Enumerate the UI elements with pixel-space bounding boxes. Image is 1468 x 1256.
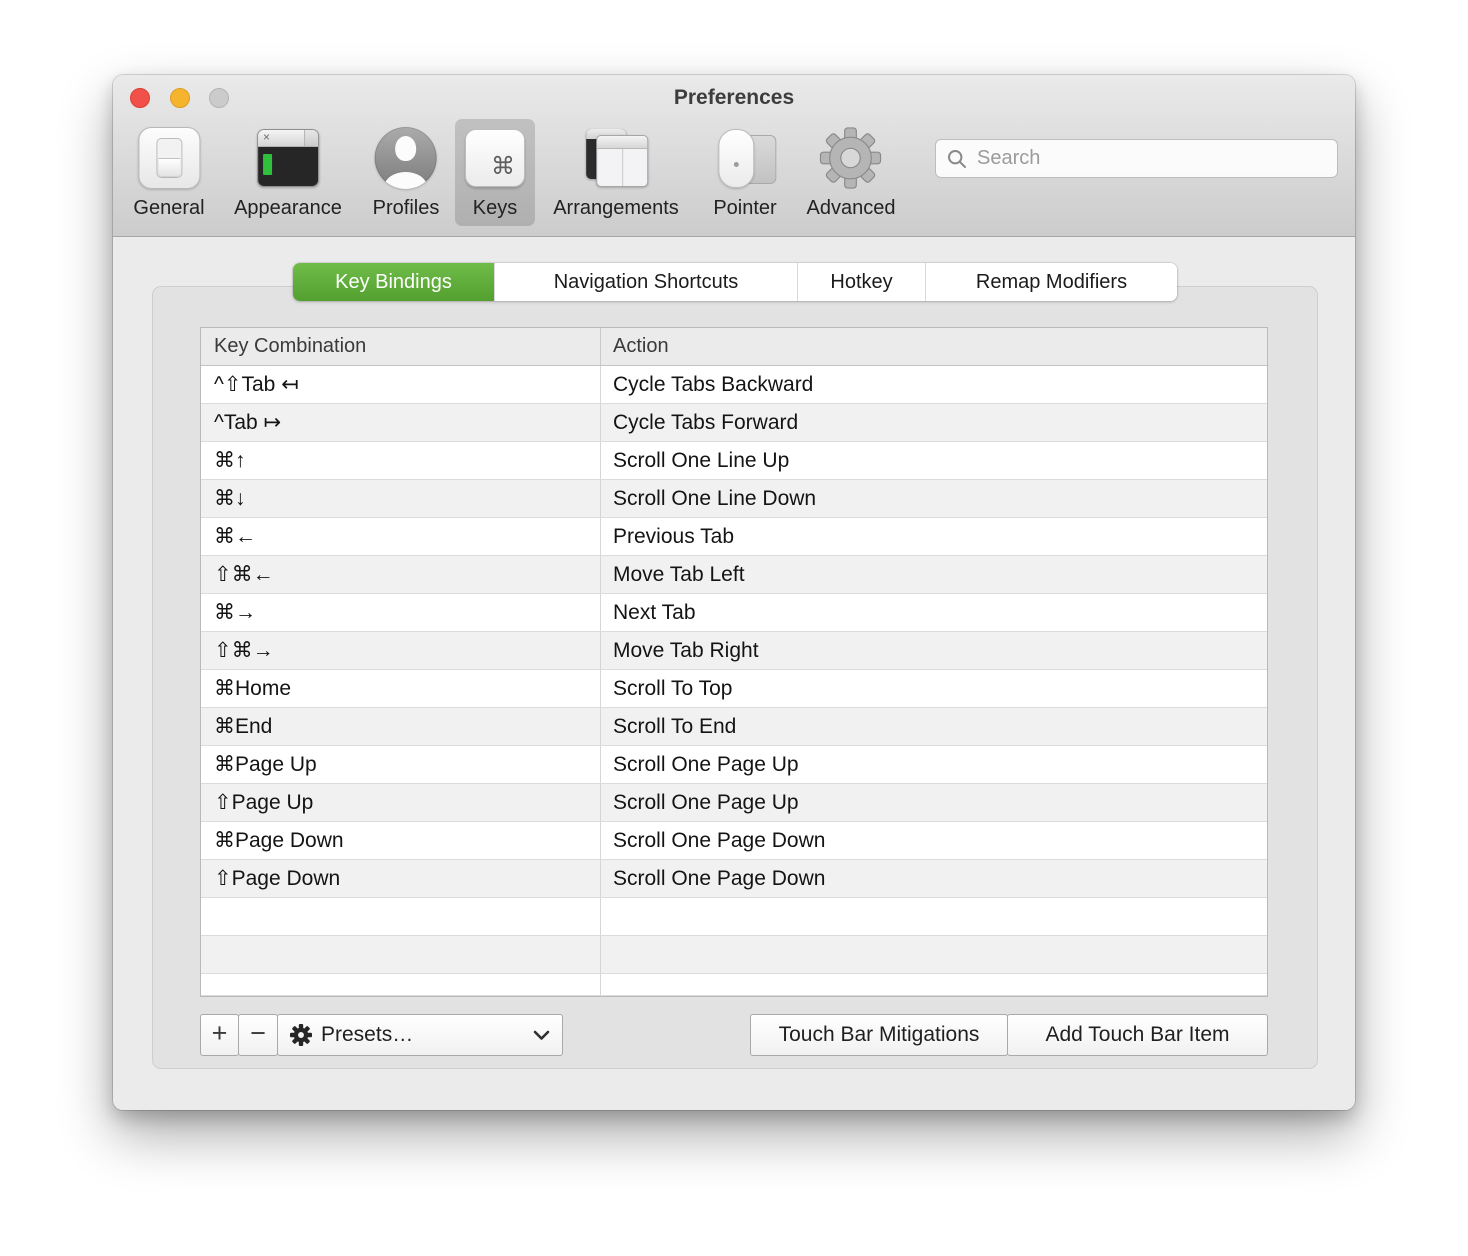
window-title: Preferences bbox=[113, 86, 1355, 110]
toolbar-item-label: Advanced bbox=[807, 197, 896, 220]
keys-tab-bar: Key Bindings Navigation Shortcuts Hotkey… bbox=[293, 263, 1177, 301]
action-cell: Scroll One Line Up bbox=[601, 442, 1267, 479]
tab-remap-modifiers[interactable]: Remap Modifiers bbox=[925, 263, 1177, 301]
key-combination-cell: ⌘End bbox=[201, 708, 601, 745]
table-row[interactable]: ⇧Page DownScroll One Page Down bbox=[201, 860, 1267, 898]
search-input[interactable] bbox=[975, 146, 1326, 171]
command-key-icon bbox=[465, 123, 525, 193]
chevron-down-icon bbox=[533, 1030, 550, 1041]
action-cell: Scroll One Page Up bbox=[601, 746, 1267, 783]
toolbar-item-label: Arrangements bbox=[553, 197, 679, 220]
table-row[interactable]: ⌘↓Scroll One Line Down bbox=[201, 480, 1267, 518]
table-row[interactable]: ⌘↑Scroll One Line Up bbox=[201, 442, 1267, 480]
key-combination-cell: ⌘Home bbox=[201, 670, 601, 707]
table-row[interactable]: ^⇧Tab ↤Cycle Tabs Backward bbox=[201, 366, 1267, 404]
toolbar-search-field[interactable] bbox=[935, 139, 1338, 178]
table-row[interactable]: ⌘Page DownScroll One Page Down bbox=[201, 822, 1267, 860]
key-bindings-table: Key Combination Action ^⇧Tab ↤Cycle Tabs… bbox=[200, 327, 1268, 997]
key-combination-cell: ^Tab ↦ bbox=[201, 404, 601, 441]
presets-dropdown[interactable]: Presets… bbox=[277, 1014, 563, 1056]
toolbar-item-profiles[interactable]: Profiles bbox=[363, 119, 450, 226]
toolbar-item-appearance[interactable]: Appearance bbox=[224, 119, 352, 226]
action-cell: Scroll One Page Down bbox=[601, 860, 1267, 897]
touch-bar-mitigations-button[interactable]: Touch Bar Mitigations bbox=[750, 1014, 1008, 1056]
toolbar-item-label: Keys bbox=[473, 197, 517, 220]
action-cell: Move Tab Left bbox=[601, 556, 1267, 593]
column-header-key-combination: Key Combination bbox=[201, 328, 601, 365]
add-key-binding-button[interactable]: + bbox=[200, 1014, 239, 1056]
add-touch-bar-item-button[interactable]: Add Touch Bar Item bbox=[1007, 1014, 1268, 1056]
action-cell bbox=[601, 974, 1267, 995]
remove-key-binding-button[interactable]: − bbox=[238, 1014, 278, 1056]
table-header: Key Combination Action bbox=[201, 328, 1267, 366]
action-cell: Cycle Tabs Forward bbox=[601, 404, 1267, 441]
toolbar-item-advanced[interactable]: Advanced bbox=[797, 119, 906, 226]
mouse-icon bbox=[714, 123, 776, 193]
toolbar-item-keys[interactable]: Keys bbox=[455, 119, 535, 226]
action-cell bbox=[601, 898, 1267, 935]
table-row[interactable]: ^Tab ↦Cycle Tabs Forward bbox=[201, 404, 1267, 442]
key-combination-cell: ^⇧Tab ↤ bbox=[201, 366, 601, 403]
key-combination-cell: ⇧Page Down bbox=[201, 860, 601, 897]
table-row[interactable]: ⌘HomeScroll To Top bbox=[201, 670, 1267, 708]
tab-navigation-shortcuts[interactable]: Navigation Shortcuts bbox=[494, 263, 797, 301]
key-combination-cell bbox=[201, 974, 601, 995]
windows-stack-icon bbox=[584, 123, 648, 193]
table-row[interactable]: ⌘←Previous Tab bbox=[201, 518, 1267, 556]
action-cell: Previous Tab bbox=[601, 518, 1267, 555]
key-combination-cell: ⌘← bbox=[201, 518, 601, 555]
key-combination-cell: ⇧Page Up bbox=[201, 784, 601, 821]
empty-table-row bbox=[201, 974, 1267, 996]
toolbar-item-pointer[interactable]: Pointer bbox=[703, 119, 786, 226]
gear-icon bbox=[290, 1024, 312, 1046]
key-combination-cell: ⌘↑ bbox=[201, 442, 601, 479]
action-cell: Scroll To Top bbox=[601, 670, 1267, 707]
toolbar-item-general[interactable]: General bbox=[123, 119, 214, 226]
action-cell bbox=[601, 936, 1267, 973]
table-row[interactable]: ⌘Page UpScroll One Page Up bbox=[201, 746, 1267, 784]
window-theme-icon bbox=[257, 123, 319, 193]
toolbar-item-arrangements[interactable]: Arrangements bbox=[543, 119, 689, 226]
action-cell: Scroll One Page Down bbox=[601, 822, 1267, 859]
presets-label: Presets… bbox=[321, 1023, 525, 1047]
action-cell: Next Tab bbox=[601, 594, 1267, 631]
toolbar-item-label: General bbox=[133, 197, 204, 220]
key-combination-cell: ⌘Page Down bbox=[201, 822, 601, 859]
column-header-action: Action bbox=[601, 328, 1267, 365]
key-combination-cell: ⌘↓ bbox=[201, 480, 601, 517]
key-combination-cell bbox=[201, 898, 601, 935]
key-combination-cell: ⇧⌘→ bbox=[201, 632, 601, 669]
action-cell: Scroll To End bbox=[601, 708, 1267, 745]
table-row[interactable]: ⌘→Next Tab bbox=[201, 594, 1267, 632]
table-body: ^⇧Tab ↤Cycle Tabs Backward^Tab ↦Cycle Ta… bbox=[201, 366, 1267, 996]
table-row[interactable]: ⇧⌘←Move Tab Left bbox=[201, 556, 1267, 594]
titlebar-toolbar: Preferences General Appearance Profiles bbox=[113, 75, 1355, 237]
key-combination-cell: ⌘→ bbox=[201, 594, 601, 631]
key-combination-cell: ⌘Page Up bbox=[201, 746, 601, 783]
key-combination-cell: ⇧⌘← bbox=[201, 556, 601, 593]
person-icon bbox=[375, 123, 437, 193]
search-icon bbox=[947, 149, 967, 169]
tab-hotkey[interactable]: Hotkey bbox=[797, 263, 925, 301]
table-row[interactable]: ⇧Page UpScroll One Page Up bbox=[201, 784, 1267, 822]
gear-icon bbox=[820, 123, 882, 193]
action-cell: Scroll One Page Up bbox=[601, 784, 1267, 821]
action-cell: Scroll One Line Down bbox=[601, 480, 1267, 517]
empty-table-row bbox=[201, 936, 1267, 974]
key-combination-cell bbox=[201, 936, 601, 973]
preferences-content: Key Bindings Navigation Shortcuts Hotkey… bbox=[113, 237, 1355, 1110]
toggle-switch-icon bbox=[138, 123, 200, 193]
preferences-window: Preferences General Appearance Profiles bbox=[113, 75, 1355, 1110]
empty-table-row bbox=[201, 898, 1267, 936]
table-row[interactable]: ⇧⌘→Move Tab Right bbox=[201, 632, 1267, 670]
table-row[interactable]: ⌘EndScroll To End bbox=[201, 708, 1267, 746]
toolbar-item-label: Profiles bbox=[373, 197, 440, 220]
toolbar-item-label: Pointer bbox=[713, 197, 776, 220]
action-cell: Cycle Tabs Backward bbox=[601, 366, 1267, 403]
action-cell: Move Tab Right bbox=[601, 632, 1267, 669]
toolbar-item-label: Appearance bbox=[234, 197, 342, 220]
tab-key-bindings[interactable]: Key Bindings bbox=[293, 263, 494, 301]
